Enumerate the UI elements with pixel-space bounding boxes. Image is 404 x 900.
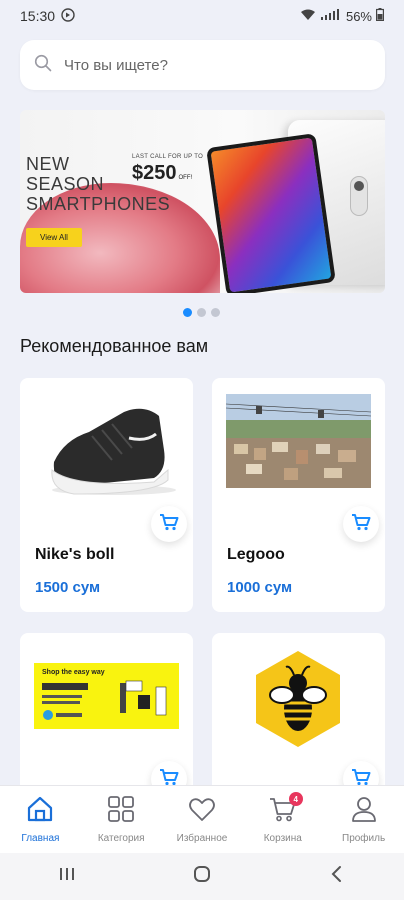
product-card[interactable]: Shop the easy way [20, 633, 193, 793]
product-card[interactable]: Nike's boll 1500 сум [20, 378, 193, 612]
carousel-dot[interactable] [211, 308, 220, 317]
nav-item-cart[interactable]: 4 Корзина [242, 786, 323, 853]
back-icon[interactable] [327, 864, 347, 889]
nav-item-label: Профиль [342, 833, 386, 844]
product-name: Nike's boll [35, 546, 115, 563]
nav-item-label: Избранное [176, 833, 228, 844]
cart-icon [159, 513, 179, 536]
search-input[interactable] [64, 56, 385, 74]
product-name: Legooo [227, 546, 285, 563]
product-image-ad-banner: Shop the easy way [34, 663, 179, 729]
battery-percent: 56% [345, 8, 372, 24]
cart-count-badge: 4 [288, 792, 303, 806]
signal-icon [320, 8, 342, 24]
section-title: Рекомендованное вам [20, 336, 209, 356]
product-price: 1000 сум [227, 579, 293, 596]
wifi-icon [300, 9, 316, 24]
nav-item-category[interactable]: Категория [81, 786, 162, 853]
bottom-navigation: Главная Категория Избранное 4 Корзина Пр… [0, 785, 404, 853]
product-image-sneaker [34, 390, 179, 500]
notification-icon [61, 7, 75, 25]
search-bar[interactable] [20, 40, 385, 90]
status-time: 15:30 [20, 8, 56, 24]
add-to-cart-button[interactable] [151, 506, 187, 542]
recents-icon[interactable] [57, 865, 77, 888]
search-icon [34, 54, 52, 77]
banner-phone-front-image [206, 133, 336, 293]
carousel-dot[interactable] [197, 308, 206, 317]
banner-offer-price: $250 OFF! [132, 162, 193, 184]
nav-item-profile[interactable]: Профиль [323, 786, 404, 853]
carousel-indicator [183, 308, 220, 317]
system-navigation-bar [0, 853, 404, 900]
product-card[interactable]: Legooo 1000 сум [212, 378, 385, 612]
grid-icon [106, 794, 136, 829]
product-price: 1500 сум [35, 579, 101, 596]
home-button-icon[interactable] [192, 864, 212, 889]
add-to-cart-button[interactable] [343, 506, 379, 542]
carousel-dot[interactable] [183, 308, 192, 317]
nav-item-label: Главная [21, 833, 60, 844]
nav-item-label: Категория [97, 833, 145, 844]
banner-view-all-button[interactable]: View All [26, 228, 82, 247]
promo-banner[interactable]: NEW SEASON SMARTPHONES LAST CALL FOR UP … [20, 110, 385, 293]
nav-item-home[interactable]: Главная [0, 786, 81, 853]
banner-offer-caption: LAST CALL FOR UP TO [132, 154, 204, 160]
heart-icon [187, 794, 217, 829]
product-card[interactable] [212, 633, 385, 793]
product-image-city [225, 390, 372, 500]
nav-item-favorites[interactable]: Избранное [162, 786, 243, 853]
banner-phone-camera [350, 176, 368, 216]
cart-icon [351, 513, 371, 536]
battery-icon [376, 8, 385, 24]
home-icon [25, 794, 55, 829]
user-icon [349, 794, 379, 829]
nav-item-label: Корзина [263, 833, 302, 844]
status-bar: 15:30 56% [0, 0, 404, 32]
product-image-bee-logo [226, 645, 371, 755]
